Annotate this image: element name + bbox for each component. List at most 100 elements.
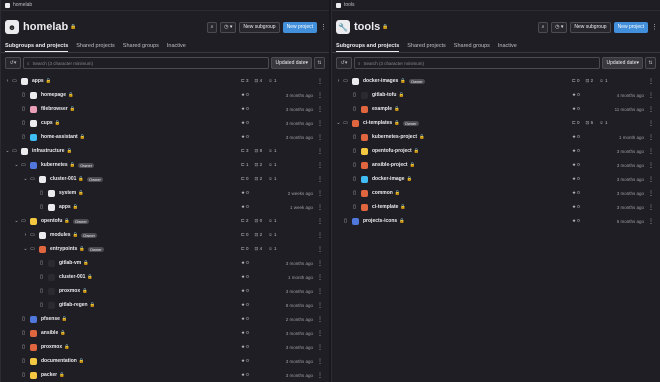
row-actions-icon[interactable]: ⋮	[317, 120, 323, 127]
project-row[interactable]: ▯ ansible 🔒 ★ 0 3 months ago ⋮	[5, 326, 325, 340]
project-row[interactable]: ▯ example 🔒 ★ 0 11 months ago ⋮	[336, 102, 656, 116]
project-row[interactable]: ▯ filebrowser 🔒 ★ 0 3 months ago ⋮	[5, 102, 325, 116]
row-actions-icon[interactable]: ⋮	[648, 134, 654, 141]
subgroup-row[interactable]: ⌄ ▭ kubernetes 🔒 Owner ⊏ 1 ⊡ 2 ☺ 1 ⋮	[5, 158, 325, 172]
subgroup-row[interactable]: ⌄ ▭ cluster-001 🔒 Owner ⊏ 0 ⊡ 2 ☺ 1 ⋮	[5, 172, 325, 186]
project-row[interactable]: ▯ homepage 🔒 ★ 0 3 months ago ⋮	[5, 88, 325, 102]
row-actions-icon[interactable]: ⋮	[648, 176, 654, 183]
project-row[interactable]: ▯ home-assistant 🔒 ★ 0 3 months ago ⋮	[5, 130, 325, 144]
row-actions-icon[interactable]: ⋮	[648, 148, 654, 155]
tab-inactive[interactable]: Inactive	[498, 40, 517, 52]
item-name[interactable]: example	[372, 106, 392, 112]
tab-subgroups-and-projects[interactable]: Subgroups and projects	[336, 40, 400, 52]
item-name[interactable]: cluster-001	[59, 274, 85, 280]
subgroup-row[interactable]: ⌄ ▭ infrastructure 🔒 ⊏ 3 ⊡ 8 ☺ 1 ⋮	[5, 144, 325, 158]
project-row[interactable]: ▯ ansible-project 🔒 ★ 0 3 months ago ⋮	[336, 158, 656, 172]
project-row[interactable]: ▯ common 🔒 ★ 0 3 months ago ⋮	[336, 186, 656, 200]
project-row[interactable]: ▯ ci-template 🔒 ★ 0 3 months ago ⋮	[336, 200, 656, 214]
row-actions-icon[interactable]: ⋮	[317, 260, 323, 267]
browser-tab-title[interactable]: tools	[344, 2, 355, 8]
subgroup-row[interactable]: ⌄ ▭ opentofu 🔒 Owner ⊏ 2 ⊡ 0 ☺ 1 ⋮	[5, 214, 325, 228]
row-actions-icon[interactable]: ⋮	[317, 78, 323, 85]
row-actions-icon[interactable]: ⋮	[317, 134, 323, 141]
project-row[interactable]: ▯ pfsense 🔒 ★ 0 2 months ago ⋮	[5, 312, 325, 326]
item-name[interactable]: infrastructure	[32, 148, 65, 154]
subgroup-row[interactable]: › ▭ modules 🔒 Owner ⊏ 0 ⊡ 2 ☺ 1 ⋮	[5, 228, 325, 242]
chevron-down-icon[interactable]: ⌄	[23, 246, 28, 252]
item-name[interactable]: system	[59, 190, 76, 196]
project-row[interactable]: ▯ apps 🔒 ★ 0 1 week ago ⋮	[5, 200, 325, 214]
chevron-down-icon[interactable]: ⌄	[14, 218, 19, 224]
tab-shared-groups[interactable]: Shared groups	[454, 40, 490, 52]
sort-dropdown[interactable]: Updated date ▾	[271, 57, 312, 69]
project-row[interactable]: ▯ kubernetes-project 🔒 ★ 0 1 month ago ⋮	[336, 130, 656, 144]
row-actions-icon[interactable]: ⋮	[317, 218, 323, 225]
more-actions-icon[interactable]: ⋮	[651, 23, 658, 31]
project-row[interactable]: ▯ proxmox 🔒 ★ 0 3 months ago ⋮	[5, 284, 325, 298]
item-name[interactable]: filebrowser	[41, 106, 68, 112]
row-actions-icon[interactable]: ⋮	[648, 218, 654, 225]
row-actions-icon[interactable]: ⋮	[317, 330, 323, 337]
chevron-right-icon[interactable]: ›	[23, 232, 28, 238]
new-project-button[interactable]: New project	[613, 21, 648, 33]
project-row[interactable]: ▯ packer 🔒 ★ 0 3 months ago ⋮	[5, 368, 325, 382]
row-actions-icon[interactable]: ⋮	[317, 316, 323, 323]
row-actions-icon[interactable]: ⋮	[648, 92, 654, 99]
tab-subgroups-and-projects[interactable]: Subgroups and projects	[5, 40, 69, 52]
item-name[interactable]: proxmox	[41, 344, 62, 350]
search-input[interactable]: ⌕ Search (3 character minimum)	[23, 57, 270, 69]
row-actions-icon[interactable]: ⋮	[317, 148, 323, 155]
item-name[interactable]: gitlab-vm	[59, 260, 81, 266]
row-actions-icon[interactable]: ⋮	[317, 204, 323, 211]
new-subgroup-button[interactable]: New subgroup	[570, 21, 611, 33]
project-row[interactable]: ▯ documentation 🔒 ★ 0 3 months ago ⋮	[5, 354, 325, 368]
chevron-down-icon[interactable]: ⌄	[336, 120, 341, 126]
row-actions-icon[interactable]: ⋮	[648, 204, 654, 211]
row-actions-icon[interactable]: ⋮	[317, 288, 323, 295]
item-name[interactable]: proxmox	[59, 288, 80, 294]
row-actions-icon[interactable]: ⋮	[317, 162, 323, 169]
subgroup-row[interactable]: ⌄ ▭ entrypoints 🔒 Owner ⊏ 0 ⊡ 4 ☺ 1 ⋮	[5, 242, 325, 256]
tab-inactive[interactable]: Inactive	[167, 40, 186, 52]
item-name[interactable]: opentofu	[41, 218, 62, 224]
subgroup-row[interactable]: ⌄ ▭ ci-templates 🔒 Owner ⊏ 0 ⊡ 6 ☺ 1 ⋮	[336, 116, 656, 130]
project-row[interactable]: ▯ projects-icons 🔒 ★ 0 5 months ago ⋮	[336, 214, 656, 228]
project-row[interactable]: ▯ proxmox 🔒 ★ 0 3 months ago ⋮	[5, 340, 325, 354]
item-name[interactable]: homepage	[41, 92, 66, 98]
row-actions-icon[interactable]: ⋮	[317, 232, 323, 239]
tab-shared-projects[interactable]: Shared projects	[407, 40, 446, 52]
item-name[interactable]: opentofu-project	[372, 148, 412, 154]
project-row[interactable]: ▯ cluster-001 🔒 ★ 0 1 month ago ⋮	[5, 270, 325, 284]
row-actions-icon[interactable]: ⋮	[648, 190, 654, 197]
new-subgroup-button[interactable]: New subgroup	[239, 21, 280, 33]
item-name[interactable]: projects-icons	[363, 218, 397, 224]
row-actions-icon[interactable]: ⋮	[317, 92, 323, 99]
notification-dropdown-button[interactable]: ◷ ▾	[551, 21, 568, 33]
project-row[interactable]: ▯ cups 🔒 ★ 0 3 months ago ⋮	[5, 116, 325, 130]
subgroup-row[interactable]: › ▭ apps 🔒 ⊏ 3 ⊡ 4 ☺ 1 ⋮	[5, 74, 325, 88]
item-name[interactable]: cups	[41, 120, 53, 126]
item-name[interactable]: ansible	[41, 330, 58, 336]
item-name[interactable]: entrypoints	[50, 246, 77, 252]
item-name[interactable]: docker-images	[363, 78, 398, 84]
row-actions-icon[interactable]: ⋮	[317, 372, 323, 379]
row-actions-icon[interactable]: ⋮	[317, 358, 323, 365]
item-name[interactable]: home-assistant	[41, 134, 78, 140]
item-name[interactable]: gitlab-regen	[59, 302, 88, 308]
item-name[interactable]: kubernetes	[41, 162, 68, 168]
sort-dropdown[interactable]: Updated date ▾	[602, 57, 643, 69]
row-actions-icon[interactable]: ⋮	[317, 302, 323, 309]
row-actions-icon[interactable]: ⋮	[317, 176, 323, 183]
sort-direction-button[interactable]: ⇅	[645, 57, 656, 69]
tab-shared-groups[interactable]: Shared groups	[123, 40, 159, 52]
project-row[interactable]: ▯ gitlab-vm 🔒 ★ 0 3 months ago ⋮	[5, 256, 325, 270]
chevron-down-icon[interactable]: ⌄	[5, 148, 10, 154]
chevron-right-icon[interactable]: ›	[5, 78, 10, 84]
subgroup-row[interactable]: › ▭ docker-images 🔒 Owner ⊏ 0 ⊡ 2 ☺ 1 ⋮	[336, 74, 656, 88]
row-actions-icon[interactable]: ⋮	[648, 162, 654, 169]
item-name[interactable]: kubernetes-project	[372, 134, 417, 140]
project-row[interactable]: ▯ docker-image 🔒 ★ 0 3 months ago ⋮	[336, 172, 656, 186]
item-name[interactable]: apps	[32, 78, 44, 84]
chevron-down-icon[interactable]: ⌄	[14, 162, 19, 168]
row-actions-icon[interactable]: ⋮	[317, 106, 323, 113]
